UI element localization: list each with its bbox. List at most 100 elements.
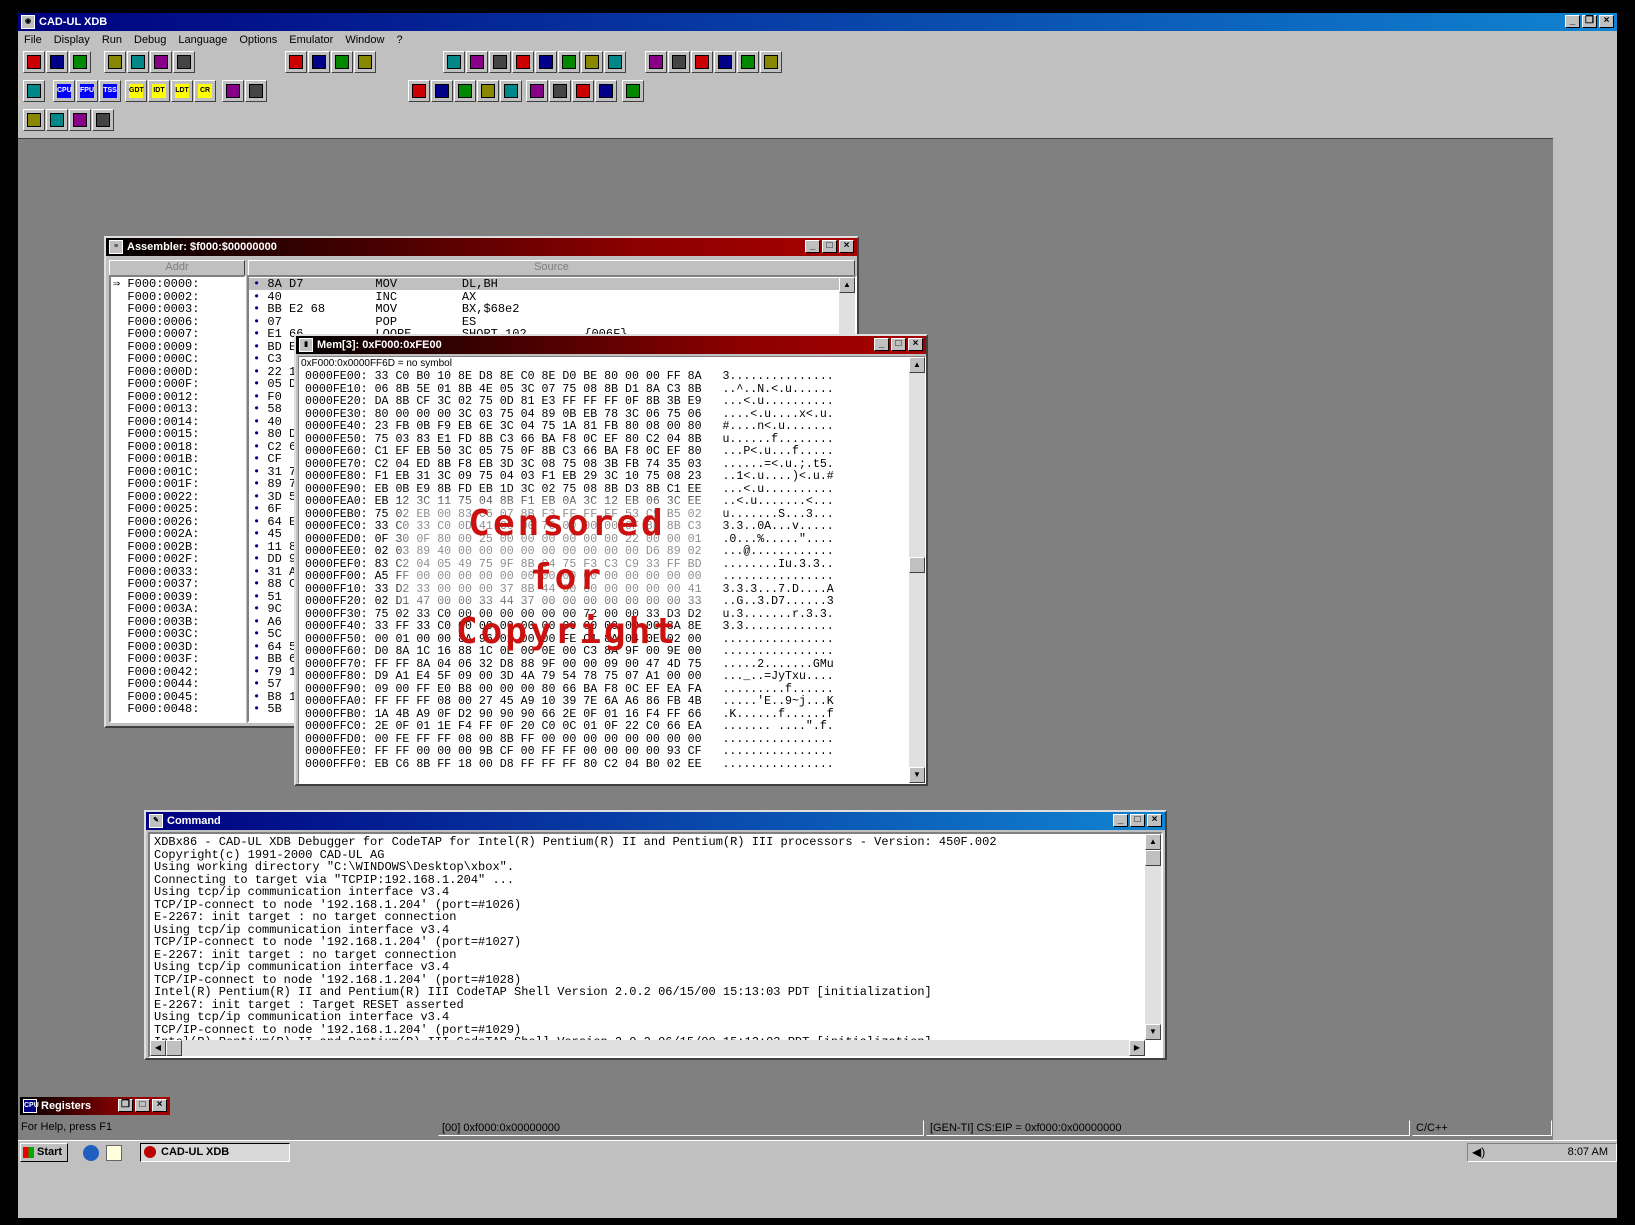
command-window[interactable]: ✎ Command _ □ × XDBx86 - CAD-UL XDB Debu… — [144, 810, 1167, 1060]
addr-row[interactable]: F000:0037: — [113, 578, 199, 591]
step-out-toolbar-button[interactable] — [558, 51, 580, 73]
memory-minimize-button[interactable]: _ — [874, 338, 889, 351]
tss-toolbar-button[interactable]: TSS — [99, 80, 121, 102]
addr-row[interactable]: F000:0025: — [113, 503, 199, 516]
addr-row[interactable]: F000:000F: — [113, 378, 199, 391]
source-column-header[interactable]: Source — [248, 260, 855, 276]
menu-language[interactable]: Language — [172, 34, 233, 46]
palette-toolbar-button[interactable] — [443, 51, 465, 73]
window-toolbar-button[interactable] — [581, 51, 603, 73]
io-toolbar-button[interactable] — [23, 80, 45, 102]
cycle-toolbar-button[interactable] — [572, 80, 594, 102]
runner-toolbar-button[interactable] — [454, 80, 476, 102]
addr-row[interactable]: F000:001F: — [113, 478, 199, 491]
addr-row[interactable]: F000:003A: — [113, 603, 199, 616]
menu-run[interactable]: Run — [96, 34, 128, 46]
cpu-toolbar-button[interactable]: CPU — [53, 80, 75, 102]
watch-toolbar-button[interactable] — [308, 51, 330, 73]
menu-window[interactable]: Window — [339, 34, 390, 46]
restore-button[interactable]: ❐ — [1582, 15, 1597, 28]
flow-toolbar-button[interactable] — [477, 80, 499, 102]
command-output[interactable]: XDBx86 - CAD-UL XDB Debugger for CodeTAP… — [148, 832, 1163, 1058]
menu-debug[interactable]: Debug — [128, 34, 172, 46]
addr-row[interactable]: F000:0003: — [113, 303, 199, 316]
fpu-toolbar-button[interactable]: FPU — [76, 80, 98, 102]
print-toolbar-button[interactable] — [127, 51, 149, 73]
addr-pane[interactable]: ⇒ F000:0000: F000:0002: F000:0003: F000:… — [109, 275, 246, 723]
minimize-button[interactable]: _ — [1565, 15, 1580, 28]
assembler-minimize-button[interactable]: _ — [805, 240, 820, 253]
stop-toolbar-button[interactable] — [760, 51, 782, 73]
search-toolbar-button[interactable] — [92, 109, 114, 131]
command-hscroll[interactable]: ◀ ▶ — [150, 1040, 1145, 1056]
outlook-express-icon[interactable] — [106, 1145, 122, 1161]
addr-row[interactable]: F000:0013: — [113, 403, 199, 416]
save-toolbar-button[interactable] — [69, 51, 91, 73]
start-button[interactable]: Start — [20, 1143, 68, 1162]
addr-row[interactable]: F000:0044: — [113, 678, 199, 691]
flag-toolbar-button[interactable] — [500, 80, 522, 102]
book-toolbar-button[interactable] — [354, 51, 376, 73]
memory-row[interactable]: 0000FE40: 23 FB 0B F9 EB 6E 3C 04 75 1A … — [305, 420, 834, 434]
menu-options[interactable]: Options — [233, 34, 283, 46]
open-toolbar-button[interactable] — [46, 51, 68, 73]
cmd-hscroll-thumb[interactable] — [166, 1040, 182, 1056]
mem-scroll-down-button[interactable]: ▼ — [909, 767, 925, 783]
memory-row[interactable]: 0000FE00: 33 C0 B0 10 8E D8 8E C0 8E D0 … — [305, 370, 834, 384]
addr-row[interactable]: F000:0048: — [113, 703, 199, 716]
ldt-toolbar-button[interactable]: LDT — [171, 80, 193, 102]
memory-window[interactable]: ▮ Mem[3]: 0xF000:0xFE00 _ □ × 0xF000:0x0… — [294, 334, 928, 786]
memory-titlebar[interactable]: ▮ Mem[3]: 0xF000:0xFE00 _ □ × — [296, 336, 926, 354]
addr-row[interactable]: F000:003C: — [113, 628, 199, 641]
assembler-close-button[interactable]: × — [839, 240, 854, 253]
registers-maximize-button[interactable]: □ — [135, 1099, 150, 1112]
go-arrow-toolbar-button[interactable] — [526, 80, 548, 102]
registers-close-button[interactable]: × — [152, 1099, 167, 1112]
breakpoint-toolbar-button[interactable] — [285, 51, 307, 73]
binoculars-toolbar-button[interactable] — [645, 51, 667, 73]
mem-scroll-up-button[interactable]: ▲ — [909, 357, 925, 373]
memory-row[interactable]: 0000FE80: F1 EB 31 3C 09 75 04 03 F1 EB … — [305, 470, 834, 484]
memory-toolbar-button[interactable] — [604, 51, 626, 73]
memory-pane[interactable]: 0xF000:0x0000FF6D = no symbol 0000FE00: … — [298, 356, 926, 784]
find-toolbar-button[interactable] — [668, 51, 690, 73]
addr-column-header[interactable]: Addr — [109, 260, 245, 276]
go-to-toolbar-button[interactable] — [714, 51, 736, 73]
cmd-scroll-up-button[interactable]: ▲ — [1145, 834, 1161, 850]
memory-row[interactable]: 0000FF80: D9 A1 E4 5F 09 00 3D 4A 79 54 … — [305, 670, 834, 684]
clock[interactable]: 8:07 AM — [1568, 1146, 1608, 1158]
tree-toolbar-button[interactable] — [466, 51, 488, 73]
tree2-toolbar-button[interactable] — [489, 51, 511, 73]
go-toolbar-button[interactable] — [691, 51, 713, 73]
run-toolbar-button[interactable] — [737, 51, 759, 73]
trace2-toolbar-button[interactable] — [245, 80, 267, 102]
help-toolbar-button[interactable] — [150, 51, 172, 73]
close-button[interactable]: × — [1599, 15, 1614, 28]
command-vscroll[interactable]: ▲ ▼ — [1145, 834, 1161, 1040]
addr-row[interactable]: F000:0015: — [113, 428, 199, 441]
memory-row[interactable]: 0000FFE0: FF FF 00 00 00 9B CF 00 FF FF … — [305, 745, 834, 759]
cmd-toolbar-button[interactable] — [408, 80, 430, 102]
memory-close-button[interactable]: × — [908, 338, 923, 351]
step-over-toolbar-button[interactable] — [535, 51, 557, 73]
trace-toolbar-button[interactable] — [222, 80, 244, 102]
inspect-toolbar-button[interactable] — [331, 51, 353, 73]
chart-toolbar-button[interactable] — [431, 80, 453, 102]
memory-scrollbar[interactable]: ▲ ▼ — [909, 357, 925, 783]
memory-row[interactable]: 0000FE60: C1 EF EB 50 3C 05 75 0F 8B C3 … — [305, 445, 834, 459]
cmd-scroll-left-button[interactable]: ◀ — [150, 1040, 166, 1056]
assembler-maximize-button[interactable]: □ — [822, 240, 837, 253]
addr-row[interactable]: F000:0007: — [113, 328, 199, 341]
idt-toolbar-button[interactable]: IDT — [148, 80, 170, 102]
person-toolbar-button[interactable] — [23, 109, 45, 131]
menu-help[interactable]: ? — [390, 34, 408, 46]
memory-row[interactable]: 0000FFA0: FF FF FF 08 00 27 45 A9 10 39 … — [305, 695, 834, 709]
command-titlebar[interactable]: ✎ Command _ □ × — [146, 812, 1165, 830]
memory-row[interactable]: 0000FE20: DA 8B CF 3C 02 75 0D 81 E3 FF … — [305, 395, 834, 409]
addr-row[interactable]: ⇒ F000:0000: — [113, 278, 199, 291]
internet-explorer-icon[interactable] — [83, 1145, 99, 1161]
cmd-scroll-down-button[interactable]: ▼ — [1145, 1024, 1161, 1040]
memory-row[interactable]: 0000FFF0: EB C6 8B FF 18 00 D8 FF FF FF … — [305, 758, 834, 772]
command-maximize-button[interactable]: □ — [1130, 814, 1145, 827]
command-close-button[interactable]: × — [1147, 814, 1162, 827]
